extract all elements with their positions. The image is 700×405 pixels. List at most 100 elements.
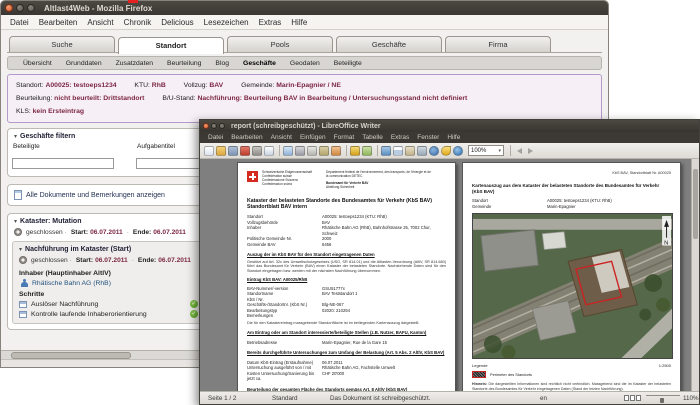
status-language[interactable]: en bbox=[540, 395, 547, 402]
minimize-button[interactable] bbox=[16, 4, 24, 12]
gallery-icon[interactable] bbox=[441, 145, 451, 156]
subtab-beteiligte[interactable]: Beteiligte bbox=[327, 60, 369, 67]
subtab-blog[interactable]: Blog bbox=[208, 60, 236, 67]
inhaber-link[interactable]: Rhätische Bahn AG (RhB) bbox=[32, 280, 111, 287]
minimize-button[interactable] bbox=[211, 123, 217, 129]
step-link[interactable]: Auslöser Nachführung bbox=[31, 301, 190, 308]
nachfuehrung-header[interactable]: ▾ Nachführung im Kataster (Start) bbox=[17, 244, 201, 254]
cut-icon[interactable] bbox=[295, 145, 305, 156]
menu-lesezeichen[interactable]: Lesezeichen bbox=[199, 18, 254, 27]
zoom-slider[interactable] bbox=[646, 395, 680, 403]
aufgabentitel-input[interactable] bbox=[136, 158, 206, 169]
menu-ansicht[interactable]: Ansicht bbox=[82, 18, 118, 27]
status-zoom-percent[interactable]: 110% bbox=[683, 395, 699, 402]
menu-extras[interactable]: Extras bbox=[387, 134, 413, 141]
zoom-value: 100% bbox=[471, 147, 487, 154]
gear-icon bbox=[14, 228, 22, 236]
spellcheck-icon[interactable] bbox=[283, 145, 293, 156]
department-line: Département fédéral de l'environnement, … bbox=[325, 170, 431, 178]
menu-hilfe[interactable]: Hilfe bbox=[286, 18, 312, 27]
scrollbar-thumb[interactable] bbox=[693, 169, 698, 239]
subtab-uebersicht[interactable]: Übersicht bbox=[16, 60, 59, 67]
clone-formatting-icon[interactable] bbox=[331, 145, 341, 156]
menu-bearbeiten[interactable]: Bearbeiten bbox=[227, 134, 266, 141]
tab-suche[interactable]: Suche bbox=[9, 36, 115, 52]
person-icon bbox=[21, 279, 28, 287]
document-area: Schweizerische Eidgenossenschaft Confédé… bbox=[200, 159, 699, 391]
section-header: Bereits durchgeführte Untersuchungen zum… bbox=[247, 350, 445, 356]
next-page-icon[interactable] bbox=[528, 147, 533, 154]
menu-bearbeiten[interactable]: Bearbeiten bbox=[34, 18, 83, 27]
page-preview-icon[interactable] bbox=[264, 145, 274, 156]
save-icon[interactable] bbox=[228, 145, 238, 156]
copy-icon[interactable] bbox=[307, 145, 317, 156]
help-icon[interactable] bbox=[453, 145, 463, 156]
view-layout-buttons[interactable] bbox=[624, 395, 642, 401]
start-label: Start: bbox=[75, 256, 94, 264]
north-label: N bbox=[664, 241, 668, 247]
tab-pools[interactable]: Pools bbox=[227, 36, 333, 52]
menu-datei[interactable]: Datei bbox=[5, 18, 34, 27]
tab-standort[interactable]: Standort bbox=[118, 37, 224, 54]
tab-firma[interactable]: Firma bbox=[445, 36, 551, 52]
recording-indicator bbox=[128, 0, 138, 3]
subtab-grunddaten[interactable]: Grunddaten bbox=[59, 60, 109, 67]
subtab-geodaten[interactable]: Geodaten bbox=[283, 60, 327, 67]
previous-page-icon[interactable] bbox=[517, 147, 522, 154]
collapse-icon: ▾ bbox=[19, 247, 23, 253]
tab-geschaefte[interactable]: Geschäfte bbox=[336, 36, 442, 52]
info-value: A00025: testoeps1234 bbox=[45, 82, 117, 89]
subtab-geschaefte[interactable]: Geschäfte bbox=[236, 60, 283, 67]
paste-icon[interactable] bbox=[319, 145, 329, 156]
insert-table-icon[interactable] bbox=[393, 145, 403, 156]
maximize-button[interactable] bbox=[27, 4, 35, 12]
subtab-zusatzdaten[interactable]: Zusatzdaten bbox=[109, 60, 160, 67]
status-page-style[interactable]: Standard bbox=[272, 395, 298, 402]
schritte-label: Schritte bbox=[19, 291, 45, 298]
menu-chronik[interactable]: Chronik bbox=[119, 18, 157, 27]
maximize-button[interactable] bbox=[219, 123, 225, 129]
close-button[interactable] bbox=[5, 4, 13, 12]
legend-label: Legende bbox=[472, 363, 488, 369]
draw-functions-icon[interactable] bbox=[405, 145, 415, 156]
step-link[interactable]: Kontrolle laufende Inhaberorientierung bbox=[31, 311, 190, 318]
redo-icon[interactable] bbox=[362, 145, 372, 156]
check-done-icon: ✓ bbox=[190, 310, 198, 318]
find-replace-icon[interactable] bbox=[417, 145, 427, 156]
show-all-documents-link[interactable]: Alle Dokumente und Bemerkungen anzeigen bbox=[26, 192, 165, 199]
writer-titlebar[interactable]: report (schreibgeschützt) - LibreOffice … bbox=[200, 120, 699, 132]
firefox-titlebar[interactable]: Altlast4Web - Mozilla Firefox bbox=[1, 1, 608, 15]
vertical-scrollbar[interactable] bbox=[691, 159, 699, 391]
report-field-label: Kosten Untersuchung/Sanierung bis jetzt … bbox=[247, 370, 315, 382]
gear-icon bbox=[19, 256, 27, 264]
menu-delicious[interactable]: Delicious bbox=[156, 18, 198, 27]
menu-tabelle[interactable]: Tabelle bbox=[358, 134, 387, 141]
menu-einfuegen[interactable]: Einfügen bbox=[296, 134, 330, 141]
menu-ansicht[interactable]: Ansicht bbox=[267, 134, 296, 141]
status-page-number[interactable]: Seite 1 / 2 bbox=[208, 395, 236, 402]
kataster-header[interactable]: ▾ Kataster: Mutation bbox=[12, 216, 206, 226]
menu-hilfe[interactable]: Hilfe bbox=[443, 134, 464, 141]
filter-header[interactable]: ▾ Geschäfte filtern bbox=[12, 131, 206, 141]
document-icon bbox=[14, 190, 22, 200]
undo-icon[interactable] bbox=[350, 145, 360, 156]
print-icon[interactable] bbox=[252, 145, 262, 156]
info-line-2: Beurteilung: nicht beurteilt: Drittstand… bbox=[16, 92, 593, 105]
navigator-icon[interactable] bbox=[429, 145, 439, 156]
new-document-icon[interactable] bbox=[204, 145, 214, 156]
hyperlink-icon[interactable] bbox=[381, 145, 391, 156]
export-pdf-icon[interactable] bbox=[240, 145, 250, 156]
writer-toolbar: 100% ▾ bbox=[200, 143, 699, 159]
menu-datei[interactable]: Datei bbox=[204, 134, 227, 141]
menu-format[interactable]: Format bbox=[330, 134, 359, 141]
zoom-slider-knob[interactable] bbox=[660, 398, 664, 403]
open-icon[interactable] bbox=[216, 145, 226, 156]
scrollbar-thumb[interactable] bbox=[11, 352, 131, 359]
menu-extras[interactable]: Extras bbox=[254, 18, 287, 27]
close-button[interactable] bbox=[203, 123, 209, 129]
report-page-1: Schweizerische Eidgenossenschaft Confédé… bbox=[237, 162, 456, 391]
subtab-beurteilung[interactable]: Beurteilung bbox=[160, 60, 208, 67]
menu-fenster[interactable]: Fenster bbox=[413, 134, 443, 141]
beteiligte-input[interactable] bbox=[12, 158, 114, 169]
zoom-combobox[interactable]: 100% ▾ bbox=[468, 145, 504, 156]
